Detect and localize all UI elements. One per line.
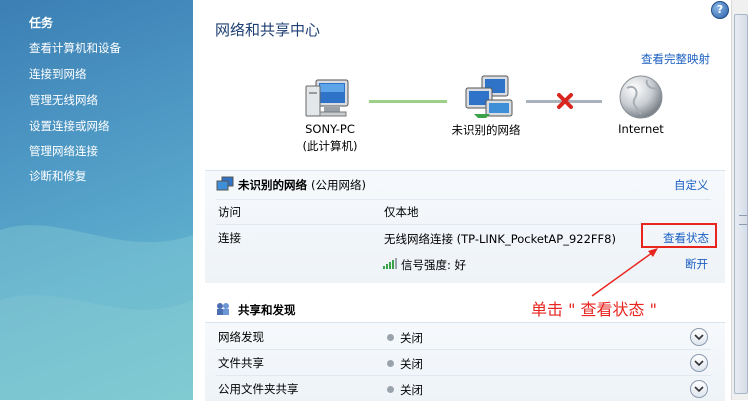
network-icon [465, 75, 513, 118]
sharing-icon [217, 303, 229, 315]
network-name: 未识别的网络 [451, 123, 521, 137]
help-icon[interactable]: ? [711, 1, 729, 19]
network-discovery-value: 关闭 [400, 331, 423, 345]
connection-value: 无线网络连接 (TP-LINK_PocketAP_922FF8) [384, 232, 616, 246]
link-computer-network [369, 100, 447, 103]
sidebar-item-manage-connections[interactable]: 管理网络连接 [29, 143, 98, 159]
sidebar-item-connect-network[interactable]: 连接到网络 [29, 66, 87, 82]
access-label: 访问 [218, 205, 241, 219]
scrollbar-thumb[interactable] [734, 14, 748, 394]
annotation-text: 单击 " 查看状态 " [531, 300, 657, 319]
disconnect-link[interactable]: 断开 [685, 256, 708, 272]
chevron-down-icon [694, 360, 704, 367]
computer-icon [305, 79, 349, 117]
computer-name: SONY-PC [305, 122, 355, 136]
divider [216, 375, 711, 376]
computer-subtitle: (此计算机) [302, 139, 358, 153]
public-folder-sharing-status: 关闭 [387, 382, 423, 398]
signal-strength-value: 信号强度: 好 [401, 258, 467, 272]
vertical-scrollbar[interactable] [731, 0, 748, 400]
sidebar-item-diagnose-repair[interactable]: 诊断和修复 [29, 168, 87, 184]
divider [216, 224, 711, 225]
annotation-arrow [591, 248, 658, 297]
sidebar-item-view-computers[interactable]: 查看计算机和设备 [29, 40, 121, 56]
divider [216, 199, 711, 200]
expand-public-folder-sharing-button[interactable] [690, 380, 708, 398]
access-value: 仅本地 [384, 205, 419, 219]
sidebar-item-setup-connection[interactable]: 设置连接或网络 [29, 118, 110, 134]
status-dot-icon [387, 334, 394, 341]
sharing-heading: 共享和发现 [238, 303, 296, 317]
status-dot-icon [387, 360, 394, 367]
network-discovery-status: 关闭 [387, 330, 423, 346]
sidebar-wave-decoration [0, 225, 193, 400]
sidebar-item-manage-wireless[interactable]: 管理无线网络 [29, 92, 98, 108]
divider [216, 349, 711, 350]
grip-icon [739, 215, 747, 225]
file-sharing-status: 关闭 [387, 356, 423, 372]
disconnected-x-icon [557, 93, 573, 109]
signal-strength-icon [383, 258, 397, 269]
public-folder-sharing-value: 关闭 [400, 383, 423, 397]
network-discovery-label: 网络发现 [218, 330, 264, 344]
status-dot-icon [387, 386, 394, 393]
file-sharing-label: 文件共享 [218, 356, 264, 370]
customize-link[interactable]: 自定义 [674, 177, 709, 193]
internet-label: Internet [618, 122, 664, 136]
expand-file-sharing-button[interactable] [690, 354, 708, 372]
sidebar-heading: 任务 [29, 16, 54, 30]
network-panel-name: 未识别的网络 [238, 178, 307, 192]
chevron-down-icon [694, 386, 704, 393]
network-small-icon [216, 176, 234, 191]
view-full-map-link[interactable]: 查看完整映射 [641, 51, 710, 67]
expand-network-discovery-button[interactable] [690, 328, 708, 346]
network-panel-type: (公用网络) [311, 178, 366, 192]
chevron-down-icon [694, 334, 704, 341]
connection-label: 连接 [218, 231, 241, 245]
page-title: 网络和共享中心 [215, 21, 321, 39]
public-folder-sharing-label: 公用文件夹共享 [218, 382, 299, 396]
globe-icon [619, 75, 663, 119]
file-sharing-value: 关闭 [400, 357, 423, 371]
sidebar: 任务 查看计算机和设备 连接到网络 管理无线网络 设置连接或网络 管理网络连接 … [0, 0, 193, 400]
